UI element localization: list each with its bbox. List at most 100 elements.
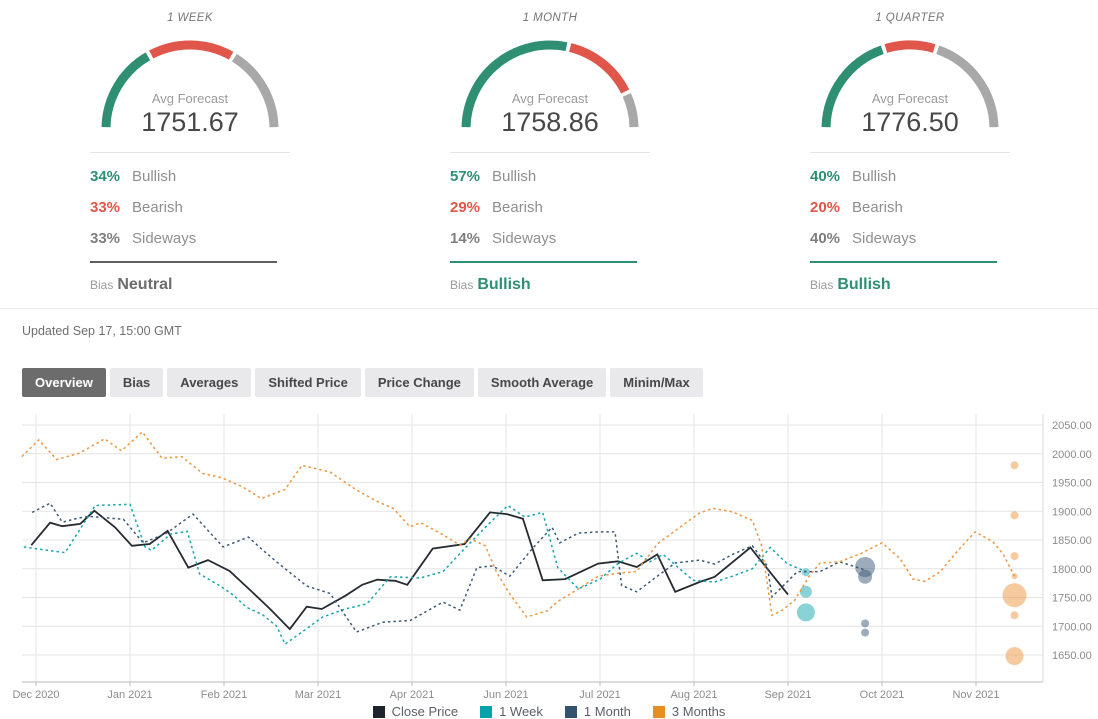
- legend-label: 1 Week: [499, 704, 543, 719]
- tab-minim-max[interactable]: Minim/Max: [610, 368, 702, 397]
- legend-swatch: [653, 706, 665, 718]
- forecast-chart[interactable]: 2050.002000.001950.001900.001850.001800.…: [0, 412, 1098, 719]
- svg-text:1650.00: 1650.00: [1052, 650, 1092, 662]
- series-3-months: [22, 432, 1015, 617]
- legend-swatch: [480, 706, 492, 718]
- svg-text:1950.00: 1950.00: [1052, 478, 1092, 490]
- bias-underline: [90, 261, 277, 263]
- forecast-dot: [1011, 511, 1019, 519]
- bearish-pct: 33%: [90, 199, 132, 216]
- avg-forecast-value: 1776.50: [815, 107, 1005, 138]
- tab-bias[interactable]: Bias: [110, 368, 163, 397]
- sideways-pct: 33%: [90, 230, 132, 247]
- svg-text:Jun 2021: Jun 2021: [483, 689, 528, 701]
- bias-value: Bullish: [837, 276, 890, 293]
- chart-tabs: OverviewBiasAveragesShifted PricePrice C…: [22, 368, 1098, 397]
- sideways-label: Sideways: [492, 230, 556, 247]
- tab-shifted-price[interactable]: Shifted Price: [255, 368, 360, 397]
- bullish-row: 34%Bullish: [90, 161, 290, 192]
- bias-label: Bias: [90, 278, 113, 292]
- bias-value: Bullish: [477, 276, 530, 293]
- legend-item-3-months[interactable]: 3 Months: [653, 704, 725, 719]
- svg-text:Jan 2021: Jan 2021: [107, 689, 152, 701]
- forecast-panel-1-quarter: 1 QUARTER Avg Forecast 1776.50 40%Bullis…: [810, 12, 1010, 294]
- sideways-row: 33%Sideways: [90, 223, 290, 254]
- sideways-row: 40%Sideways: [810, 223, 1010, 254]
- section-divider: [0, 308, 1098, 309]
- legend-item-1-month[interactable]: 1 Month: [565, 704, 631, 719]
- legend-label: Close Price: [392, 704, 458, 719]
- panel-title: 1 WEEK: [90, 12, 290, 24]
- bullish-label: Bullish: [492, 168, 536, 185]
- forecast-dot: [858, 570, 872, 584]
- forecast-dot: [1011, 461, 1019, 469]
- bearish-pct: 29%: [450, 199, 492, 216]
- svg-text:Aug 2021: Aug 2021: [670, 689, 717, 701]
- panel-title: 1 MONTH: [450, 12, 650, 24]
- bearish-label: Bearish: [132, 199, 183, 216]
- forecast-dot: [800, 586, 812, 598]
- legend-item-1-week[interactable]: 1 Week: [480, 704, 543, 719]
- svg-text:1700.00: 1700.00: [1052, 621, 1092, 633]
- sideways-row: 14%Sideways: [450, 223, 650, 254]
- tab-smooth-average[interactable]: Smooth Average: [478, 368, 606, 397]
- bullish-pct: 57%: [450, 168, 492, 185]
- bullish-label: Bullish: [852, 168, 896, 185]
- forecast-dot: [1012, 573, 1018, 579]
- svg-text:1900.00: 1900.00: [1052, 506, 1092, 518]
- tab-averages[interactable]: Averages: [167, 368, 251, 397]
- bearish-label: Bearish: [852, 199, 903, 216]
- forecast-panel-1-week: 1 WEEK Avg Forecast 1751.67 34%Bullish 3…: [90, 12, 290, 294]
- tab-price-change[interactable]: Price Change: [365, 368, 474, 397]
- svg-text:Apr 2021: Apr 2021: [390, 689, 435, 701]
- svg-text:1850.00: 1850.00: [1052, 535, 1092, 547]
- series-1-month: [32, 503, 865, 632]
- bullish-row: 57%Bullish: [450, 161, 650, 192]
- bias-label: Bias: [810, 278, 833, 292]
- bias-underline: [810, 261, 997, 263]
- bearish-pct: 20%: [810, 199, 852, 216]
- legend-item-close-price[interactable]: Close Price: [373, 704, 458, 719]
- forecast-dot: [1011, 611, 1019, 619]
- tab-overview[interactable]: Overview: [22, 368, 106, 397]
- bias-label: Bias: [450, 278, 473, 292]
- svg-text:Nov 2021: Nov 2021: [952, 689, 999, 701]
- bullish-label: Bullish: [132, 168, 176, 185]
- gauge-1-month: Avg Forecast 1758.86: [455, 32, 645, 138]
- sideways-pct: 40%: [810, 230, 852, 247]
- forecast-dot: [861, 619, 869, 627]
- forecast-dot: [861, 629, 869, 637]
- gauge-1-quarter: Avg Forecast 1776.50: [815, 32, 1005, 138]
- legend-label: 1 Month: [584, 704, 631, 719]
- bullish-pct: 34%: [90, 168, 132, 185]
- sideways-pct: 14%: [450, 230, 492, 247]
- panel-title: 1 QUARTER: [810, 12, 1010, 24]
- sideways-label: Sideways: [132, 230, 196, 247]
- bias-underline: [450, 261, 637, 263]
- bearish-row: 29%Bearish: [450, 192, 650, 223]
- svg-text:Mar 2021: Mar 2021: [295, 689, 341, 701]
- bullish-pct: 40%: [810, 168, 852, 185]
- chart-canvas[interactable]: 2050.002000.001950.001900.001850.001800.…: [0, 412, 1098, 702]
- svg-text:2000.00: 2000.00: [1052, 449, 1092, 461]
- gauge-1-week: Avg Forecast 1751.67: [95, 32, 285, 138]
- forecast-panels: 1 WEEK Avg Forecast 1751.67 34%Bullish 3…: [0, 0, 1098, 294]
- forecast-dot: [1003, 583, 1027, 607]
- forecast-dot: [1006, 647, 1024, 665]
- avg-forecast-value: 1751.67: [95, 107, 285, 138]
- bias-value: Neutral: [117, 276, 172, 293]
- updated-timestamp: Updated Sep 17, 15:00 GMT: [22, 324, 1098, 338]
- legend-swatch: [373, 706, 385, 718]
- chart-legend: Close Price 1 Week 1 Month 3 Months: [0, 704, 1098, 719]
- svg-text:Dec 2020: Dec 2020: [12, 689, 59, 701]
- avg-forecast-label: Avg Forecast: [95, 91, 285, 106]
- forecast-dot: [797, 603, 815, 621]
- svg-text:1750.00: 1750.00: [1052, 593, 1092, 605]
- bearish-row: 20%Bearish: [810, 192, 1010, 223]
- svg-text:Oct 2021: Oct 2021: [860, 689, 905, 701]
- bearish-row: 33%Bearish: [90, 192, 290, 223]
- svg-text:Feb 2021: Feb 2021: [201, 689, 247, 701]
- svg-text:2050.00: 2050.00: [1052, 420, 1092, 432]
- forecast-dot: [1011, 552, 1019, 560]
- avg-forecast-label: Avg Forecast: [815, 91, 1005, 106]
